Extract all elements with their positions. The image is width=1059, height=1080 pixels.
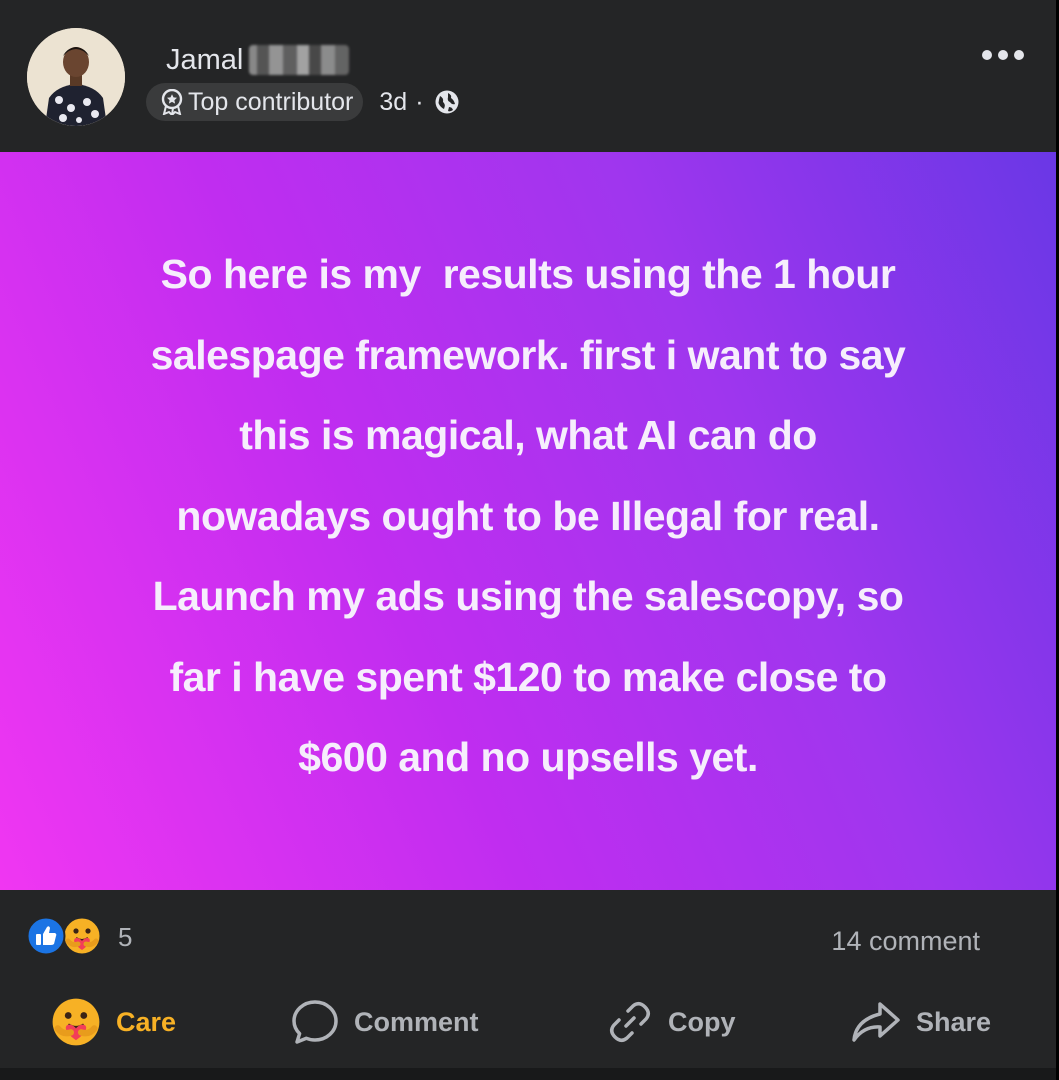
reactions-summary: 5 14 comment [0,890,1056,990]
redacted-surname [249,45,350,75]
avatar[interactable] [27,28,125,126]
post-header: Jamal Top contributor 3d · [0,0,1056,152]
post-timestamp[interactable]: 3d [379,88,407,117]
link-icon [610,1002,650,1042]
post-action-bar: Care Comment Copy Share [0,990,1056,1056]
copy-label: Copy [668,1006,736,1037]
post-frame: Jamal Top contributor 3d · So here is my… [0,0,1056,1080]
meta-separator: · [415,87,424,116]
reaction-icons[interactable] [26,916,110,956]
care-icon [62,916,102,956]
post-text: So here is my results using the 1 hour s… [150,251,906,780]
share-button[interactable]: Share [850,990,991,1054]
globe-icon [435,90,459,114]
bottom-divider [0,1068,1056,1080]
award-badge-icon [161,89,183,115]
care-icon [52,998,100,1046]
comment-count[interactable]: 14 comment [831,926,980,957]
copy-button[interactable]: Copy [606,990,736,1054]
comment-label: Comment [354,1006,479,1037]
more-options-icon[interactable] [978,40,1028,70]
author-row: Jamal [166,40,350,80]
top-contributor-badge[interactable]: Top contributor [146,83,364,121]
comment-button[interactable]: Comment [290,990,479,1054]
reaction-count[interactable]: 5 [118,922,132,953]
author-name[interactable]: Jamal [166,44,243,77]
share-label: Share [916,1006,992,1037]
like-icon [26,916,66,956]
share-icon [852,1002,900,1042]
badge-label: Top contributor [188,87,354,116]
care-label: Care [116,1006,177,1037]
post-meta: Top contributor 3d · [146,83,460,121]
care-button[interactable]: Care [50,990,176,1054]
comment-icon [292,1000,338,1044]
post-content-card: So here is my results using the 1 hour s… [0,152,1056,890]
